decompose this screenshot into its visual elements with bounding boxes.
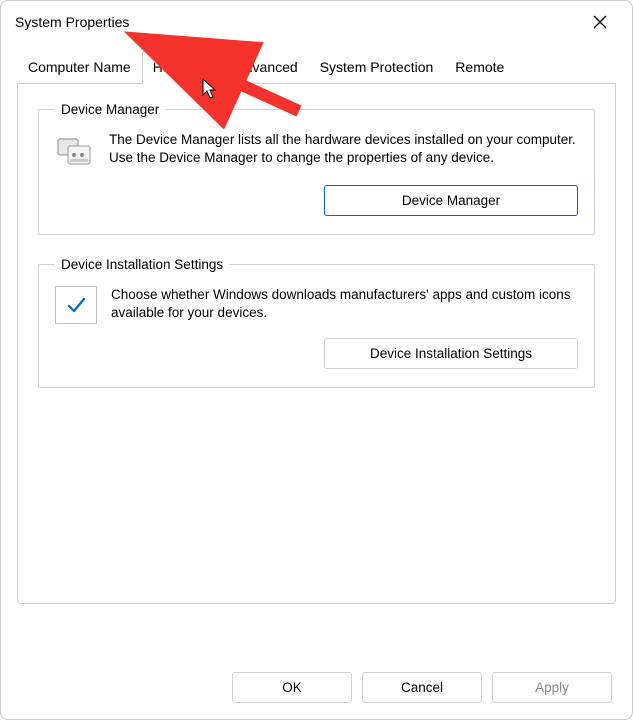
group-device-manager-legend: Device Manager bbox=[55, 102, 165, 117]
window-title: System Properties bbox=[15, 14, 582, 30]
cancel-button[interactable]: Cancel bbox=[362, 672, 482, 703]
close-icon bbox=[593, 15, 607, 29]
tab-system-protection[interactable]: System Protection bbox=[309, 50, 445, 84]
tab-hardware[interactable]: Hardware bbox=[142, 50, 225, 84]
close-button[interactable] bbox=[582, 8, 618, 36]
titlebar: System Properties bbox=[1, 1, 632, 43]
dialog-button-row: OK Cancel Apply bbox=[232, 672, 612, 703]
tab-advanced[interactable]: Advanced bbox=[224, 50, 308, 84]
device-manager-row: The Device Manager lists all the hardwar… bbox=[55, 131, 578, 171]
install-settings-row: Choose whether Windows downloads manufac… bbox=[55, 286, 578, 324]
checkmark-icon bbox=[55, 286, 97, 324]
content-area: Computer Name Hardware Advanced System P… bbox=[1, 43, 632, 616]
ok-button[interactable]: OK bbox=[232, 672, 352, 703]
device-manager-button[interactable]: Device Manager bbox=[324, 185, 578, 216]
apply-button: Apply bbox=[492, 672, 612, 703]
tab-strip: Computer Name Hardware Advanced System P… bbox=[17, 49, 616, 84]
device-manager-button-row: Device Manager bbox=[55, 185, 578, 216]
computer-hardware-icon bbox=[55, 131, 95, 171]
tab-computer-name[interactable]: Computer Name bbox=[17, 50, 142, 84]
device-installation-settings-button[interactable]: Device Installation Settings bbox=[324, 338, 578, 369]
tab-remote[interactable]: Remote bbox=[444, 50, 515, 84]
system-properties-window: System Properties Computer Name Hardware… bbox=[0, 0, 633, 720]
group-device-manager: Device Manager The Device Manager lists … bbox=[38, 102, 595, 235]
tab-panel-hardware: Device Manager The Device Manager lists … bbox=[17, 84, 616, 604]
group-install-settings-legend: Device Installation Settings bbox=[55, 257, 229, 272]
install-settings-button-row: Device Installation Settings bbox=[55, 338, 578, 369]
device-manager-description: The Device Manager lists all the hardwar… bbox=[109, 131, 578, 167]
install-settings-description: Choose whether Windows downloads manufac… bbox=[111, 286, 578, 322]
group-device-installation-settings: Device Installation Settings Choose whet… bbox=[38, 257, 595, 388]
